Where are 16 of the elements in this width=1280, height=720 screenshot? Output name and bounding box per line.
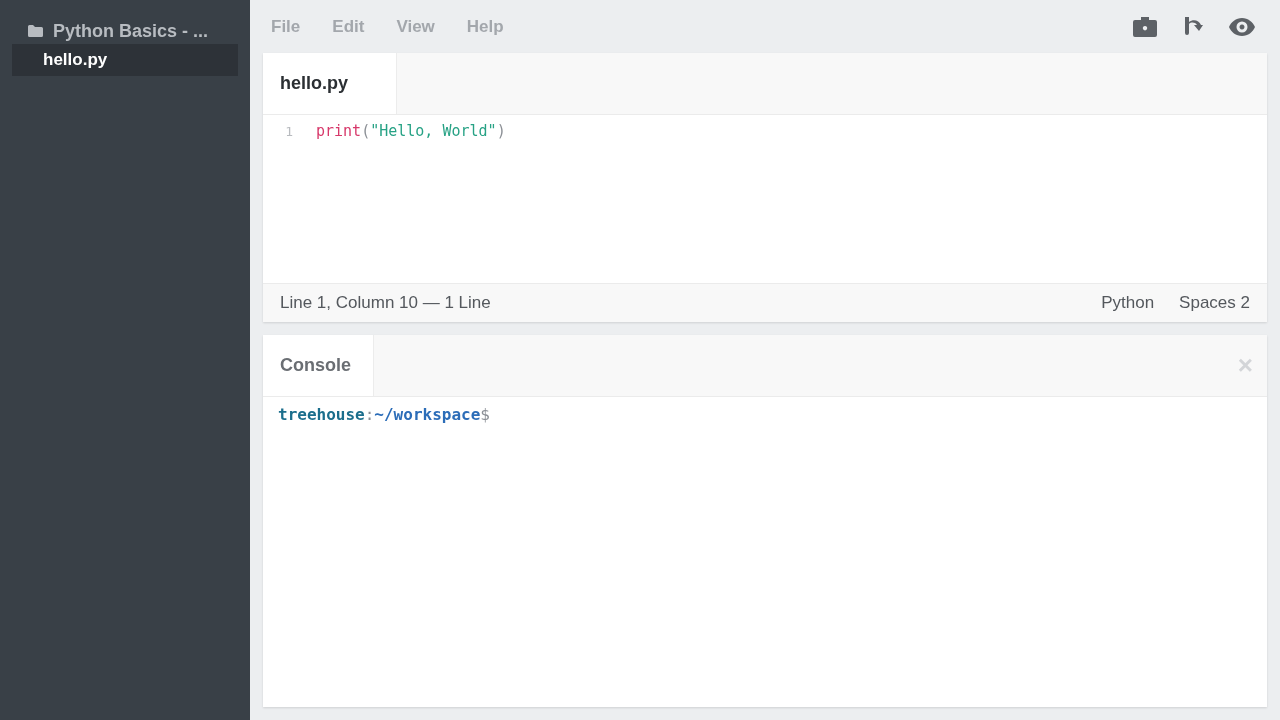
terminal-prompt: treehouse:~/workspace$ — [278, 405, 490, 424]
code-line: print("Hello, World") — [316, 122, 506, 140]
console-tab[interactable]: Console — [263, 335, 374, 396]
file-tab[interactable]: hello.py — [263, 53, 397, 114]
sidebar-file[interactable]: hello.py — [12, 44, 238, 76]
cursor-position: Line 1, Column 10 — 1 Line — [280, 293, 492, 313]
project-folder[interactable]: Python Basics - ... — [12, 18, 225, 44]
eye-button[interactable] — [1229, 17, 1255, 36]
eye-icon — [1229, 17, 1255, 36]
indent-setting[interactable]: Spaces 2 — [1179, 293, 1250, 313]
code-editor[interactable]: 1 print("Hello, World") — [263, 115, 1267, 283]
folder-icon — [28, 25, 43, 37]
camera-button[interactable] — [1133, 16, 1157, 37]
line-number: 1 — [284, 123, 293, 139]
language-mode[interactable]: Python — [1101, 293, 1155, 313]
camera-icon — [1133, 16, 1157, 37]
